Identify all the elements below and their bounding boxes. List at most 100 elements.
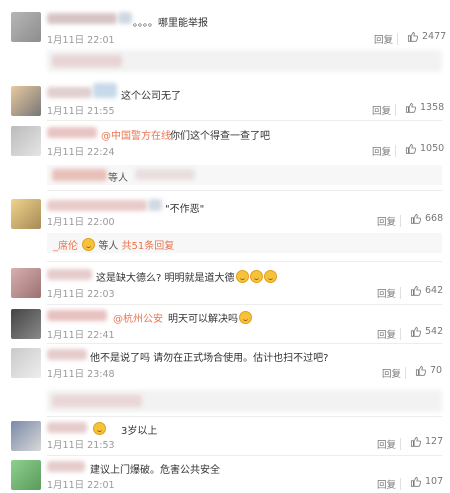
reply-button[interactable]: 回复: [377, 327, 396, 341]
thumbs-up-icon: [410, 476, 421, 487]
reply-button[interactable]: 回复: [372, 144, 391, 158]
reply-button[interactable]: 回复: [377, 437, 396, 451]
comment-time: 1月11日 21:53: [47, 440, 115, 451]
like-button[interactable]: 1050: [405, 143, 444, 154]
reply-button[interactable]: 回复: [377, 214, 396, 228]
like-count: 1358: [420, 102, 445, 113]
like-button[interactable]: 1358: [405, 102, 444, 113]
comment-item: "不作恶" 1月11日 22:00 回复 668 _席伦 等人 共51条回复: [0, 193, 450, 261]
separator: [397, 33, 398, 45]
separator: [400, 215, 401, 227]
username-redacted: [93, 83, 117, 98]
like-button[interactable]: 127: [410, 436, 443, 447]
thumbs-up-icon: [410, 436, 421, 447]
reply-summary-text[interactable]: _席伦 等人 共51条回复: [53, 237, 174, 252]
comment-time: 1月11日 22:03: [47, 289, 115, 300]
comment-text: 你们这个得查一查了吧: [170, 131, 270, 142]
reply-button[interactable]: 回复: [374, 32, 393, 46]
comment-text: 明天可以解决吗: [168, 310, 252, 325]
reply-button[interactable]: 回复: [382, 366, 401, 380]
like-count: 1050: [420, 143, 445, 154]
comment-time: 1月11日 22:24: [47, 147, 115, 158]
avatar[interactable]: [11, 421, 41, 451]
mention-link[interactable]: @杭州公安: [113, 310, 163, 325]
divider: [47, 190, 442, 191]
like-button[interactable]: 542: [410, 326, 443, 337]
separator: [400, 438, 401, 450]
comment-item: 。。。。哪里能举报 1月11日 22:01 回复 2477: [0, 0, 450, 72]
mention-link[interactable]: @中国警方在线: [101, 127, 171, 142]
like-button[interactable]: 2477: [407, 31, 446, 42]
comment-text: 他不是说了吗 请勿在正式场合使用。估计也扫不过吧?: [90, 353, 329, 364]
like-count: 127: [425, 436, 444, 447]
username-redacted[interactable]: [47, 422, 87, 433]
comment-item: 这个公司无了 1月11日 21:55 回复 1358: [0, 78, 450, 120]
comment-time: 1月11日 22:01: [47, 35, 115, 46]
comment-text: 这个公司无了: [121, 91, 181, 102]
comment-item: 建议上门爆破。危害公共安全 1月11日 22:01 回复 107: [0, 457, 450, 493]
divider: [47, 304, 442, 305]
comment-time: 1月11日 22:01: [47, 480, 115, 491]
thumbs-up-icon: [405, 143, 416, 154]
separator: [400, 478, 401, 490]
username-redacted[interactable]: [47, 269, 92, 280]
divider: [47, 416, 442, 417]
username-redacted[interactable]: [47, 310, 107, 321]
avatar[interactable]: [11, 460, 41, 490]
comment-time: 1月11日 22:00: [47, 217, 115, 228]
redacted-text: [135, 169, 195, 180]
separator: [405, 367, 406, 379]
comment-text: 3岁以上: [121, 426, 158, 437]
avatar[interactable]: [11, 268, 41, 298]
like-count: 542: [425, 326, 444, 337]
comment-text: 。。。。哪里能举报: [133, 18, 208, 29]
username-redacted[interactable]: [47, 461, 85, 472]
reply-user[interactable]: _席伦: [53, 241, 78, 252]
divider: [47, 343, 442, 344]
username-redacted: [148, 199, 162, 211]
reply-button[interactable]: 回复: [377, 286, 396, 300]
avatar[interactable]: [11, 348, 41, 378]
emoji-icon: [82, 238, 96, 251]
like-button[interactable]: 642: [410, 285, 443, 296]
comment-item: 他不是说了吗 请勿在正式场合使用。估计也扫不过吧? 1月11日 23:48 回复…: [0, 345, 450, 417]
username-redacted: [52, 395, 142, 407]
like-button[interactable]: 668: [410, 213, 443, 224]
avatar[interactable]: [11, 86, 41, 116]
thumbs-up-icon: [415, 365, 426, 376]
emoji-icon: [235, 270, 249, 283]
reply-summary-text[interactable]: 等人: [108, 169, 128, 184]
username-redacted[interactable]: [47, 87, 92, 98]
avatar[interactable]: [11, 309, 41, 339]
username-redacted[interactable]: [47, 127, 97, 138]
comment-text: "不作恶": [165, 204, 205, 215]
username-redacted: [52, 55, 122, 67]
divider: [47, 261, 442, 262]
like-button[interactable]: 107: [410, 476, 443, 487]
avatar[interactable]: [11, 126, 41, 156]
like-count: 668: [425, 213, 444, 224]
avatar[interactable]: [11, 199, 41, 229]
divider: [47, 120, 442, 121]
separator: [400, 328, 401, 340]
avatar[interactable]: [11, 12, 41, 42]
comment-item: @杭州公安 明天可以解决吗 1月11日 22:41 回复 542: [0, 306, 450, 346]
thumbs-up-icon: [405, 102, 416, 113]
emoji-icon: [249, 270, 263, 283]
comment-text: 这是缺大德么? 明明就是道大德: [96, 269, 277, 284]
like-button[interactable]: 70: [415, 365, 442, 376]
username-redacted[interactable]: [47, 200, 147, 211]
thumbs-up-icon: [410, 285, 421, 296]
reply-button[interactable]: 回复: [377, 477, 396, 491]
reply-count[interactable]: 共51条回复: [122, 241, 175, 252]
like-count: 2477: [422, 31, 447, 42]
comment-time: 1月11日 21:55: [47, 106, 115, 117]
comment-item: 3岁以上 1月11日 21:53 回复 127: [0, 418, 450, 456]
comment-text: 建议上门爆破。危害公共安全: [90, 465, 220, 476]
username-redacted: [118, 12, 132, 24]
reply-button[interactable]: 回复: [372, 103, 391, 117]
separator: [395, 145, 396, 157]
username-redacted[interactable]: [47, 349, 87, 360]
username-redacted[interactable]: [47, 13, 117, 24]
comment-item: @中国警方在线 你们这个得查一查了吧 1月11日 22:24 回复 1050 等…: [0, 122, 450, 190]
